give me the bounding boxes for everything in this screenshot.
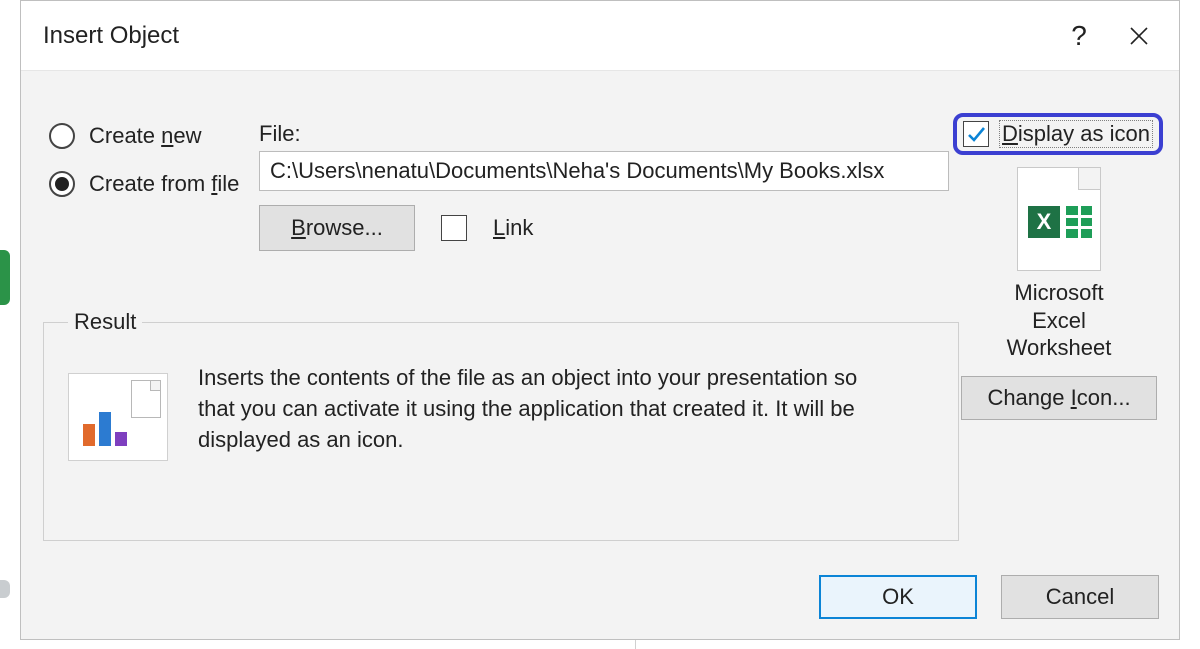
checkbox-box	[963, 121, 989, 147]
browse-label: Browse...	[291, 215, 383, 241]
check-icon	[965, 123, 987, 145]
close-button[interactable]	[1109, 12, 1169, 60]
background-accent	[0, 640, 1200, 649]
excel-file-icon: X	[1017, 167, 1101, 271]
help-button[interactable]: ?	[1049, 12, 1109, 60]
dialog-button-row: OK Cancel	[819, 575, 1159, 619]
insert-object-dialog: Insert Object ? Create new Create from f…	[20, 0, 1180, 640]
file-path-input[interactable]: C:\Users\nenatu\Documents\Neha's Documen…	[259, 151, 949, 191]
close-icon	[1128, 25, 1150, 47]
file-label: File:	[259, 121, 949, 147]
create-new-radio[interactable]: Create new	[49, 123, 239, 149]
display-as-icon-label: Display as icon	[999, 120, 1153, 148]
icon-caption-line: Microsoft	[1007, 279, 1112, 307]
cancel-button[interactable]: Cancel	[1001, 575, 1159, 619]
result-legend: Result	[68, 309, 142, 335]
icon-preview-column: X Microsoft Excel Worksheet Change Icon.…	[959, 163, 1159, 420]
icon-caption-line: Excel	[1007, 307, 1112, 335]
dialog-titlebar: Insert Object ?	[21, 1, 1179, 71]
icon-caption: Microsoft Excel Worksheet	[1007, 279, 1112, 362]
radio-label: Create new	[89, 123, 202, 149]
file-area: File: C:\Users\nenatu\Documents\Neha's D…	[259, 121, 949, 251]
change-icon-label: Change Icon...	[987, 385, 1130, 411]
background-accent	[0, 580, 10, 598]
link-label: Link	[493, 215, 533, 241]
result-description: Inserts the contents of the file as an o…	[198, 363, 898, 455]
dialog-body: Create new Create from file File: C:\Use…	[21, 71, 1179, 639]
create-from-file-radio[interactable]: Create from file	[49, 171, 239, 197]
cancel-label: Cancel	[1046, 584, 1114, 610]
background-accent	[0, 250, 10, 305]
browse-button[interactable]: Browse...	[259, 205, 415, 251]
radio-icon	[49, 171, 75, 197]
file-path-value: C:\Users\nenatu\Documents\Neha's Documen…	[270, 158, 884, 184]
ok-button[interactable]: OK	[819, 575, 977, 619]
link-checkbox[interactable]	[441, 215, 467, 241]
radio-icon	[49, 123, 75, 149]
background-accent	[635, 640, 636, 649]
change-icon-button[interactable]: Change Icon...	[961, 376, 1157, 420]
dialog-title: Insert Object	[43, 22, 1049, 50]
display-as-icon-checkbox[interactable]: Display as icon	[953, 113, 1163, 155]
help-icon: ?	[1071, 20, 1087, 52]
result-preview-icon	[68, 373, 168, 461]
icon-caption-line: Worksheet	[1007, 334, 1112, 362]
ok-label: OK	[882, 584, 914, 610]
radio-label: Create from file	[89, 171, 239, 197]
source-radio-group: Create new Create from file	[49, 123, 239, 197]
result-groupbox: Result Inserts the contents of the file …	[43, 309, 959, 541]
